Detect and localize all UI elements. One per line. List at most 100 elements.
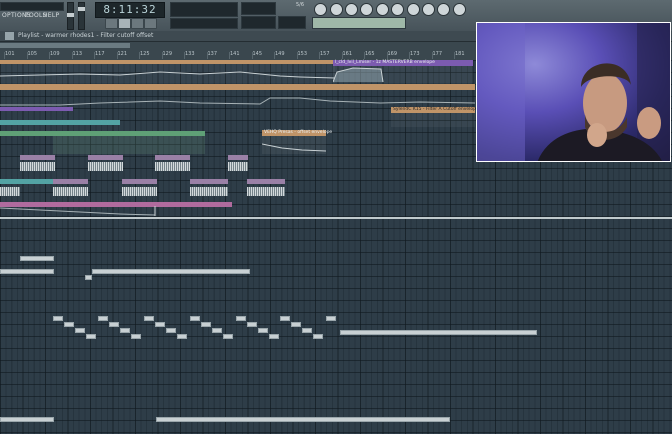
note-clip[interactable]: [20, 256, 54, 261]
presenter-image: [477, 23, 670, 161]
note-clip[interactable]: [177, 334, 187, 339]
playlist-icon: [5, 32, 14, 40]
note-clip[interactable]: [201, 322, 211, 327]
plugin-picker-icon[interactable]: [391, 3, 404, 16]
audio-clip[interactable]: [88, 155, 123, 177]
note-clip[interactable]: [258, 328, 268, 333]
menu-help[interactable]: HELP: [43, 11, 59, 20]
note-clip[interactable]: [236, 316, 246, 321]
note-clip[interactable]: [291, 322, 301, 327]
render-icon[interactable]: [422, 3, 435, 16]
note-clip[interactable]: [109, 322, 119, 327]
note-clip[interactable]: [0, 417, 54, 422]
bar-number: 137: [207, 51, 218, 57]
bar-number: 173: [410, 51, 420, 57]
playlist-title: Playlist - warmer rhodes1 - Filter cutof…: [18, 32, 154, 39]
playlist-window-icon[interactable]: [314, 3, 327, 16]
pattern-clip[interactable]: [0, 120, 120, 125]
note-clip[interactable]: [120, 328, 130, 333]
note-clip[interactable]: [0, 269, 54, 274]
bar-number: 113: [72, 51, 83, 57]
note-clip[interactable]: [156, 417, 450, 422]
note-clip[interactable]: [64, 322, 74, 327]
note-clip[interactable]: [53, 316, 63, 321]
note-clip[interactable]: [212, 328, 222, 333]
audio-clip[interactable]: [247, 179, 285, 200]
hint-bar: [0, 2, 64, 11]
note-clip[interactable]: [131, 334, 141, 339]
bar-number: 165: [365, 51, 375, 57]
automation-curve: [262, 143, 326, 152]
automation-curve-long: [0, 97, 475, 106]
play-button[interactable]: [118, 18, 131, 29]
track-separator: [0, 217, 672, 219]
automation-curve: [0, 206, 156, 216]
bar-number: 181: [455, 51, 465, 57]
note-clip[interactable]: [144, 316, 154, 321]
bar-number: 121: [117, 51, 128, 57]
pattern-song-toggle[interactable]: [105, 18, 118, 29]
master-volume-slider[interactable]: [67, 2, 74, 30]
loop-marker[interactable]: [0, 43, 130, 48]
webcam-overlay: [476, 22, 671, 162]
bar-number: 161: [342, 51, 353, 57]
side-readout: 5/6: [296, 2, 305, 8]
audio-clip[interactable]: [155, 155, 190, 177]
audio-clip[interactable]: [190, 179, 228, 200]
note-clip[interactable]: [280, 316, 290, 321]
browser-icon[interactable]: [376, 3, 389, 16]
time-signature-field[interactable]: [278, 16, 306, 29]
piano-roll-icon[interactable]: [330, 3, 343, 16]
bar-number: 157: [320, 51, 330, 57]
help-icon[interactable]: [453, 3, 466, 16]
automation-clip-masterverb[interactable]: l_cld_Ivil_Lmiser - 1z MASTERVERB envelo…: [333, 60, 473, 83]
note-clip[interactable]: [313, 334, 323, 339]
master-pitch-slider[interactable]: [78, 2, 85, 30]
note-clip[interactable]: [92, 269, 250, 274]
fl-studio-window: OPTIONS TOOLS HELP 8:11:32 5/6 Playlist …: [0, 0, 672, 434]
note-clip[interactable]: [190, 316, 200, 321]
automation-clip[interactable]: [0, 84, 475, 90]
settings-icon[interactable]: [437, 3, 450, 16]
note-clip[interactable]: [86, 334, 96, 339]
bar-number: 149: [275, 51, 285, 57]
note-clip[interactable]: [302, 328, 312, 333]
bar-number: 105: [27, 51, 38, 57]
automation-clip[interactable]: [0, 60, 335, 83]
note-clip[interactable]: [223, 334, 233, 339]
hint-panel: [170, 18, 238, 29]
bar-number: 117: [95, 51, 105, 57]
bar-number: 169: [387, 51, 398, 57]
bar-number: 133: [185, 51, 195, 57]
pattern-clip-body[interactable]: [53, 136, 205, 154]
audio-clip[interactable]: [228, 155, 248, 177]
note-clip[interactable]: [85, 275, 92, 280]
note-clip[interactable]: [340, 330, 537, 335]
pattern-selector[interactable]: [312, 17, 406, 29]
note-clip[interactable]: [269, 334, 279, 339]
bar-number: 129: [162, 51, 173, 57]
audio-clip[interactable]: [20, 155, 55, 177]
stop-button[interactable]: [131, 18, 144, 29]
mixer-icon[interactable]: [360, 3, 373, 16]
note-clip[interactable]: [98, 316, 108, 321]
audio-clip[interactable]: [122, 179, 157, 200]
audio-clip[interactable]: [0, 184, 20, 200]
bar-number: 109: [50, 51, 60, 57]
automation-clip-offset[interactable]: VEHQ Presas - offset envelope: [262, 130, 332, 154]
record-button[interactable]: [144, 18, 157, 29]
note-clip[interactable]: [326, 316, 336, 321]
channel-rack-icon[interactable]: [345, 3, 358, 16]
bar-number: 101: [5, 51, 15, 57]
note-clip[interactable]: [166, 328, 176, 333]
note-clip[interactable]: [155, 322, 165, 327]
tempo-field[interactable]: [241, 16, 276, 29]
bar-number: 145: [252, 51, 263, 57]
bar-number: 125: [140, 51, 150, 57]
audio-clip[interactable]: [53, 179, 88, 200]
note-clip[interactable]: [75, 328, 85, 333]
tempo-tapper-icon[interactable]: [407, 3, 420, 16]
snap-selector[interactable]: [241, 2, 276, 15]
note-clip[interactable]: [247, 322, 257, 327]
bar-number: 177: [432, 51, 443, 57]
